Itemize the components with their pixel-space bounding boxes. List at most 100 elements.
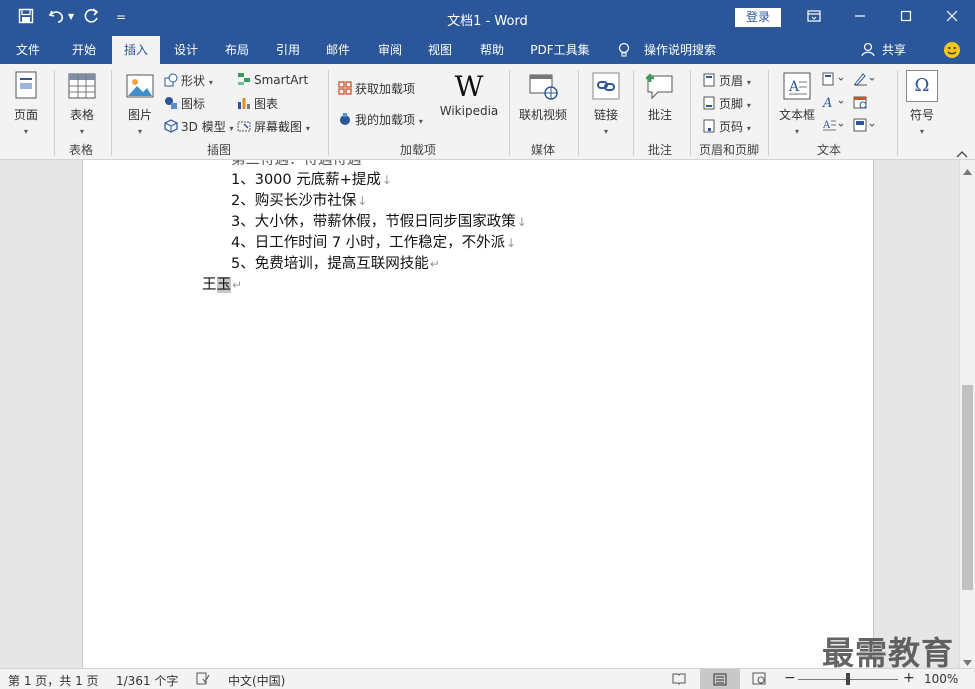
tab-references[interactable]: 引用 bbox=[266, 36, 310, 64]
page-number-icon bbox=[703, 119, 715, 133]
zoom-out-icon[interactable]: − bbox=[784, 670, 796, 686]
object-icon[interactable] bbox=[853, 118, 877, 135]
language-indicator[interactable]: 中文(中国) bbox=[228, 672, 285, 689]
3d-model-button[interactable]: 3D 模型 ▾ bbox=[164, 118, 234, 135]
document-page[interactable]: 第三待遇：待遇待遇 1、3000 元底薪+提成↓ 2、购买长沙市社保↓ 3、大小… bbox=[82, 160, 874, 668]
pages-icon bbox=[15, 71, 37, 99]
zoom-slider-thumb[interactable] bbox=[846, 673, 850, 685]
tab-design[interactable]: 设计 bbox=[164, 36, 208, 64]
tell-me-search[interactable]: 操作说明搜索 bbox=[640, 36, 720, 64]
person-icon bbox=[861, 42, 875, 60]
undo-icon[interactable] bbox=[48, 8, 66, 28]
list-item: 3、大小休，带薪休假，节假日同步国家政策↓ bbox=[231, 214, 527, 230]
tab-file[interactable]: 文件 bbox=[6, 36, 50, 64]
group-label-text: 文本 bbox=[816, 143, 841, 157]
watermark-text: 最需教育 bbox=[822, 634, 955, 672]
tab-mailings[interactable]: 邮件 bbox=[316, 36, 360, 64]
read-mode-icon[interactable] bbox=[672, 672, 686, 688]
save-icon[interactable] bbox=[18, 8, 34, 28]
page-number-button[interactable]: 页码 ▾ bbox=[702, 118, 751, 135]
ribbon-tab-bar: 文件 开始 插入 设计 布局 引用 邮件 审阅 视图 帮助 PDF工具集 操作说… bbox=[0, 36, 975, 64]
cube-icon bbox=[164, 119, 178, 133]
group-label-media: 媒体 bbox=[530, 143, 555, 157]
tab-help[interactable]: 帮助 bbox=[470, 36, 514, 64]
smartart-button[interactable]: SmartArt bbox=[237, 72, 308, 87]
quick-parts-icon[interactable] bbox=[822, 72, 846, 89]
textbox-button[interactable]: A 文本框 ▾ bbox=[774, 70, 820, 137]
comment-button[interactable]: 批注 bbox=[640, 70, 680, 123]
print-layout-icon[interactable] bbox=[700, 669, 740, 689]
undo-dropdown-icon[interactable]: ▼ bbox=[68, 12, 74, 21]
paragraph-mark: ↵ bbox=[429, 257, 440, 271]
scroll-up-arrow-icon[interactable] bbox=[963, 164, 972, 178]
table-button[interactable]: 表格 ▾ bbox=[62, 70, 102, 137]
smiley-feedback-icon[interactable] bbox=[943, 41, 961, 62]
pages-button[interactable]: 页面 ▾ bbox=[6, 70, 46, 137]
svg-text:A: A bbox=[822, 120, 831, 131]
web-layout-icon[interactable] bbox=[752, 672, 766, 688]
wordart-icon[interactable]: A bbox=[822, 95, 846, 112]
word-count[interactable]: 1/361 个字 bbox=[116, 672, 178, 689]
get-addins-button[interactable]: 获取加载项 bbox=[338, 80, 415, 97]
link-button[interactable]: 链接 ▾ bbox=[586, 70, 626, 137]
comment-icon bbox=[646, 74, 673, 100]
login-button[interactable]: 登录 bbox=[735, 8, 781, 27]
chart-button[interactable]: 图表 bbox=[237, 95, 278, 112]
ribbon-insert: 页面 ▾ 表格 ▾ 表格 图片 ▾ 形状 ▾ 图标 3D 模型 ▾ SmartArt … bbox=[0, 64, 975, 160]
group-label-comments: 批注 bbox=[647, 143, 672, 157]
date-time-icon[interactable] bbox=[853, 95, 869, 112]
close-icon[interactable] bbox=[941, 6, 963, 28]
vertical-scrollbar[interactable] bbox=[959, 160, 975, 668]
group-label-illustrations: 插图 bbox=[206, 143, 231, 157]
proofing-icon[interactable] bbox=[196, 672, 210, 688]
tab-layout[interactable]: 布局 bbox=[215, 36, 259, 64]
signature-line-icon[interactable] bbox=[853, 72, 877, 89]
scroll-down-arrow-icon[interactable] bbox=[963, 655, 972, 669]
footer-button[interactable]: 页脚 ▾ bbox=[702, 95, 751, 112]
svg-text:A: A bbox=[788, 79, 800, 95]
tab-review[interactable]: 审阅 bbox=[368, 36, 412, 64]
symbol-button[interactable]: Ω 符号 ▾ bbox=[902, 70, 942, 137]
store-icon bbox=[338, 81, 352, 95]
icons-icon bbox=[165, 97, 177, 109]
maximize-icon[interactable] bbox=[895, 6, 917, 28]
page-count[interactable]: 第 1 页，共 1 页 bbox=[8, 672, 99, 689]
wikipedia-icon: W bbox=[454, 70, 484, 103]
drop-cap-icon[interactable]: A bbox=[822, 118, 846, 135]
share-button[interactable]: 共享 bbox=[878, 36, 910, 64]
omega-icon: Ω bbox=[906, 70, 938, 102]
icons-button[interactable]: 图标 bbox=[164, 95, 205, 112]
customize-quick-access-icon[interactable]: = bbox=[116, 10, 126, 24]
footer-icon bbox=[703, 96, 715, 110]
shapes-icon bbox=[164, 73, 178, 87]
line-break-mark: ↓ bbox=[516, 215, 527, 229]
list-item: 4、日工作时间 7 小时，工作稳定，不外派↓ bbox=[231, 235, 517, 251]
picture-button[interactable]: 图片 ▾ bbox=[120, 70, 160, 137]
my-addins-button[interactable]: 我的加载项 ▾ bbox=[338, 111, 423, 128]
header-button[interactable]: 页眉 ▾ bbox=[702, 72, 751, 89]
tab-insert[interactable]: 插入 bbox=[112, 36, 160, 64]
selected-text[interactable]: 玉 bbox=[216, 277, 231, 293]
minimize-icon[interactable] bbox=[849, 6, 871, 28]
screenshot-icon bbox=[237, 121, 251, 132]
group-label-header-footer: 页眉和页脚 bbox=[698, 143, 759, 157]
tab-view[interactable]: 视图 bbox=[418, 36, 462, 64]
scroll-thumb[interactable] bbox=[962, 385, 973, 590]
shapes-button[interactable]: 形状 ▾ bbox=[164, 72, 213, 89]
online-video-button[interactable]: 联机视频 bbox=[514, 70, 572, 123]
list-item: 2、购买长沙市社保↓ bbox=[231, 193, 368, 209]
redo-icon[interactable] bbox=[84, 8, 100, 28]
tab-pdf-tools[interactable]: PDF工具集 bbox=[524, 36, 596, 64]
ribbon-display-options-icon[interactable] bbox=[803, 6, 825, 28]
zoom-level[interactable]: 100% bbox=[924, 672, 958, 686]
paragraph-mark: ↵ bbox=[232, 278, 243, 292]
screenshot-button[interactable]: 屏幕截图 ▾ bbox=[237, 118, 310, 135]
smartart-icon bbox=[238, 73, 250, 85]
picture-icon bbox=[126, 74, 154, 98]
collapse-ribbon-icon[interactable] bbox=[956, 147, 968, 161]
link-icon bbox=[592, 72, 620, 100]
wikipedia-button[interactable]: W Wikipedia bbox=[438, 70, 500, 118]
chart-icon bbox=[238, 98, 250, 109]
tab-home[interactable]: 开始 bbox=[62, 36, 106, 64]
list-item: 1、3000 元底薪+提成↓ bbox=[231, 172, 392, 188]
